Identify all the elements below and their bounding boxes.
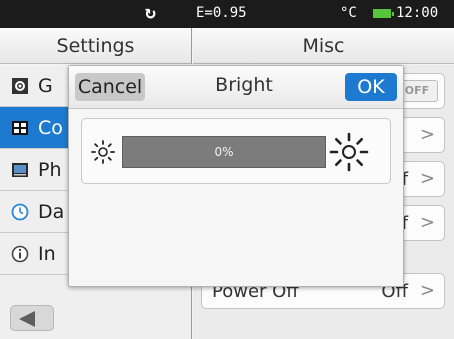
info-icon: [10, 244, 30, 264]
back-arrow-icon[interactable]: [10, 305, 54, 331]
clock-icon: [10, 202, 30, 222]
brightness-dialog: Cancel Bright OK 0%: [68, 65, 404, 287]
brightness-low-icon[interactable]: [88, 137, 118, 167]
status-bar: ↻ E=0.95 °C 12:00: [0, 0, 454, 28]
dialog-header: Cancel Bright OK: [69, 66, 403, 109]
clock-time: 12:00: [396, 5, 439, 21]
slider-value: 0%: [214, 145, 234, 159]
cancel-button[interactable]: Cancel: [75, 73, 145, 101]
sidebar-item-label: Ph: [38, 159, 62, 181]
dialog-title: Bright: [215, 74, 273, 96]
battery-icon: [373, 9, 394, 18]
brightness-slider-panel: 0%: [81, 118, 391, 184]
chevron-right-icon: >: [419, 212, 435, 233]
ok-button[interactable]: OK: [345, 73, 397, 101]
temperature-unit: °C: [340, 5, 357, 21]
photo-icon: [10, 160, 30, 180]
settings-header: Settings: [0, 28, 192, 64]
brightness-slider[interactable]: 0%: [122, 136, 326, 168]
refresh-icon[interactable]: ↻: [145, 2, 156, 23]
sidebar-item-label: Da: [38, 201, 65, 223]
emissivity-readout: E=0.95: [196, 5, 247, 21]
brightness-high-icon[interactable]: [328, 131, 370, 173]
sidebar-item-label: Co: [38, 117, 63, 139]
device-screen: ↻ E=0.95 °C 12:00 Settings Misc G Co Ph: [0, 0, 454, 339]
chevron-right-icon: >: [419, 124, 435, 145]
chevron-right-icon: >: [419, 280, 435, 301]
color-palette-icon: [10, 118, 30, 138]
sidebar-item-label: G: [38, 75, 53, 97]
sidebar-item-label: In: [38, 243, 56, 265]
chevron-right-icon: >: [419, 168, 435, 189]
misc-header: Misc: [193, 28, 454, 64]
gear-icon: [10, 76, 30, 96]
